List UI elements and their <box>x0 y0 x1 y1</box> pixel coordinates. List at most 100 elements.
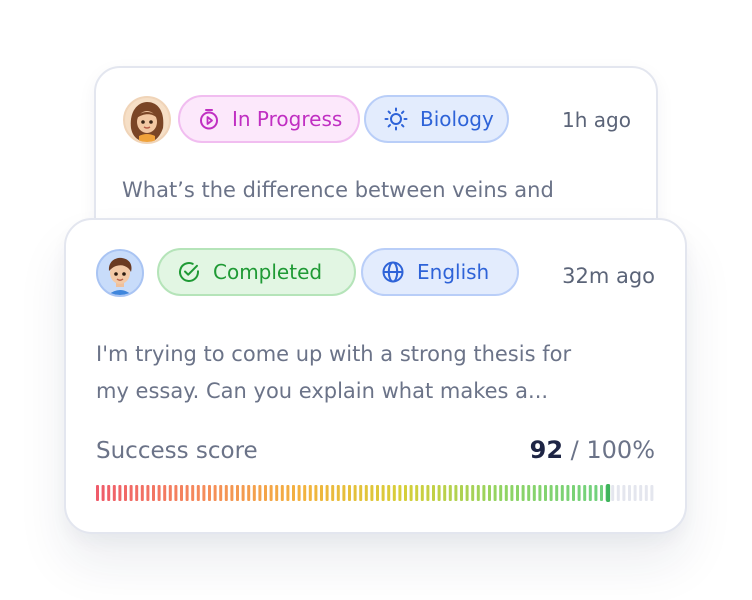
status-badge-completed: Completed <box>157 248 356 296</box>
score-bar-segment-filled <box>476 485 480 501</box>
score-bar-segment-filled <box>488 485 491 501</box>
score-bar-segment-filled <box>297 485 301 501</box>
score-bar-segment-filled <box>191 485 195 501</box>
score-bar-segment-filled <box>370 485 374 501</box>
score-bar-segment-filled <box>516 485 519 501</box>
score-bar-segment-filled <box>527 485 531 501</box>
score-bar-segment-filled <box>566 485 570 501</box>
score-bar-segment-filled <box>437 485 441 501</box>
topic-badge-biology: Biology <box>364 95 509 143</box>
score-bar-segment-empty <box>611 485 615 501</box>
score-bar-segment-filled <box>364 485 368 501</box>
score-bar-segment-filled <box>146 485 150 501</box>
score-bar-segment-filled <box>224 485 228 501</box>
timestamp: 32m ago <box>562 264 655 288</box>
status-label: Completed <box>213 260 323 284</box>
score-bar-segment-empty <box>616 485 620 501</box>
score-bar-segment-filled <box>387 485 391 501</box>
score-bar-segment-filled <box>594 485 598 501</box>
score-bar-segment-filled <box>269 485 273 501</box>
score-bar-segment-filled <box>140 485 144 501</box>
score-bar-segment-empty <box>628 485 631 501</box>
topic-label: English <box>417 260 490 284</box>
score-bar-segment-filled <box>264 485 267 501</box>
score-bar-segment-filled <box>96 485 99 501</box>
score-bar-segment-filled <box>342 485 346 501</box>
score-bar-segment-filled <box>163 485 167 501</box>
sun-icon <box>384 107 408 131</box>
score-max: / 100% <box>570 436 655 464</box>
score-bar-segment-filled <box>404 485 407 501</box>
status-label: In Progress <box>232 107 343 131</box>
score-bar-segment-filled <box>168 485 172 501</box>
score-bar-segment-filled <box>521 485 525 501</box>
score-bar-segment-filled <box>241 485 245 501</box>
score-bar-segment-filled <box>180 485 183 501</box>
score-bar-segment-filled <box>185 485 189 501</box>
score-bar-segment-filled <box>308 485 312 501</box>
topic-badge-english: English <box>361 248 519 296</box>
score-bar-segment-filled <box>555 485 559 501</box>
success-score-label: Success score <box>96 438 258 464</box>
score-bar-segment-filled <box>448 485 452 501</box>
conversation-card-front[interactable]: Completed English 32m ago I'm trying to … <box>64 218 687 534</box>
score-bar-segment-filled <box>196 485 200 501</box>
score-bar-segment-filled <box>588 485 592 501</box>
score-bar-segment-filled <box>303 485 307 501</box>
score-bar-segment-filled <box>208 485 211 501</box>
success-score-value: 92 / 100% <box>530 436 655 464</box>
score-bar-segment-filled <box>544 485 547 501</box>
score-bar-segment-filled <box>381 485 385 501</box>
score-bar-segment-filled <box>577 485 581 501</box>
score-bar-segment-filled <box>124 485 127 501</box>
score-bar-segment-filled <box>454 485 458 501</box>
score-bar-segment-filled <box>280 485 284 501</box>
score-bar-segment-filled <box>426 485 430 501</box>
score-bar-segment-filled <box>376 485 379 501</box>
score-bar-segment-filled <box>359 485 363 501</box>
score-bar-segment-filled <box>336 485 340 501</box>
score-bar-segment-filled <box>230 485 234 501</box>
score-bar-segment-filled <box>583 485 587 501</box>
score-bar-segment-filled <box>409 485 413 501</box>
topic-label: Biology <box>420 107 494 131</box>
timer-icon <box>200 109 218 130</box>
score-bar-segment-empty <box>644 485 648 501</box>
score-bar-segment-filled <box>331 485 335 501</box>
score-bar-segment-filled <box>549 485 553 501</box>
score-bar-segment-filled <box>504 485 508 501</box>
score-bar-segment-filled <box>353 485 357 501</box>
score-bar-segment-filled <box>460 485 463 501</box>
score-bar-segment-filled <box>320 485 323 501</box>
message-preview-line-2: my essay. Can you explain what makes a..… <box>96 379 549 403</box>
score-bar-segment-filled <box>510 485 514 501</box>
score-bar-segment-filled <box>532 485 536 501</box>
score-bar-segment-filled <box>135 485 139 501</box>
score-bar-segment-filled <box>415 485 419 501</box>
score-bar-segment-empty <box>633 485 637 501</box>
score-bar-segment-filled <box>202 485 206 501</box>
score-bar-segment-filled <box>252 485 256 501</box>
score-bar-segment-filled <box>247 485 251 501</box>
timestamp: 1h ago <box>562 108 631 132</box>
score-bar-segment-filled <box>157 485 161 501</box>
score-bar-segment-filled <box>112 485 116 501</box>
score-bar-segment-filled <box>292 485 295 501</box>
score-bar-segment-filled <box>572 485 575 501</box>
message-preview-line-1: I'm trying to come up with a strong thes… <box>96 342 572 366</box>
score-bar-segment-filled <box>600 485 603 501</box>
score-bar-segment-filled <box>420 485 424 501</box>
check-circle-icon <box>179 262 199 282</box>
success-score-bar <box>96 484 654 502</box>
score-bar-segment-filled <box>213 485 217 501</box>
score-bar-segment-filled <box>174 485 178 501</box>
score-bar-segment-filled <box>275 485 279 501</box>
score-bar-segment-empty <box>650 485 654 501</box>
score-bar-segment-filled <box>118 485 122 501</box>
score-bar-segment-filled <box>152 485 155 501</box>
score-number: 92 <box>529 436 564 464</box>
score-bar-segment-filled <box>398 485 402 501</box>
status-badge-in-progress: In Progress <box>178 95 360 143</box>
globe-icon <box>382 261 404 283</box>
score-bar-segment-filled <box>443 485 447 501</box>
